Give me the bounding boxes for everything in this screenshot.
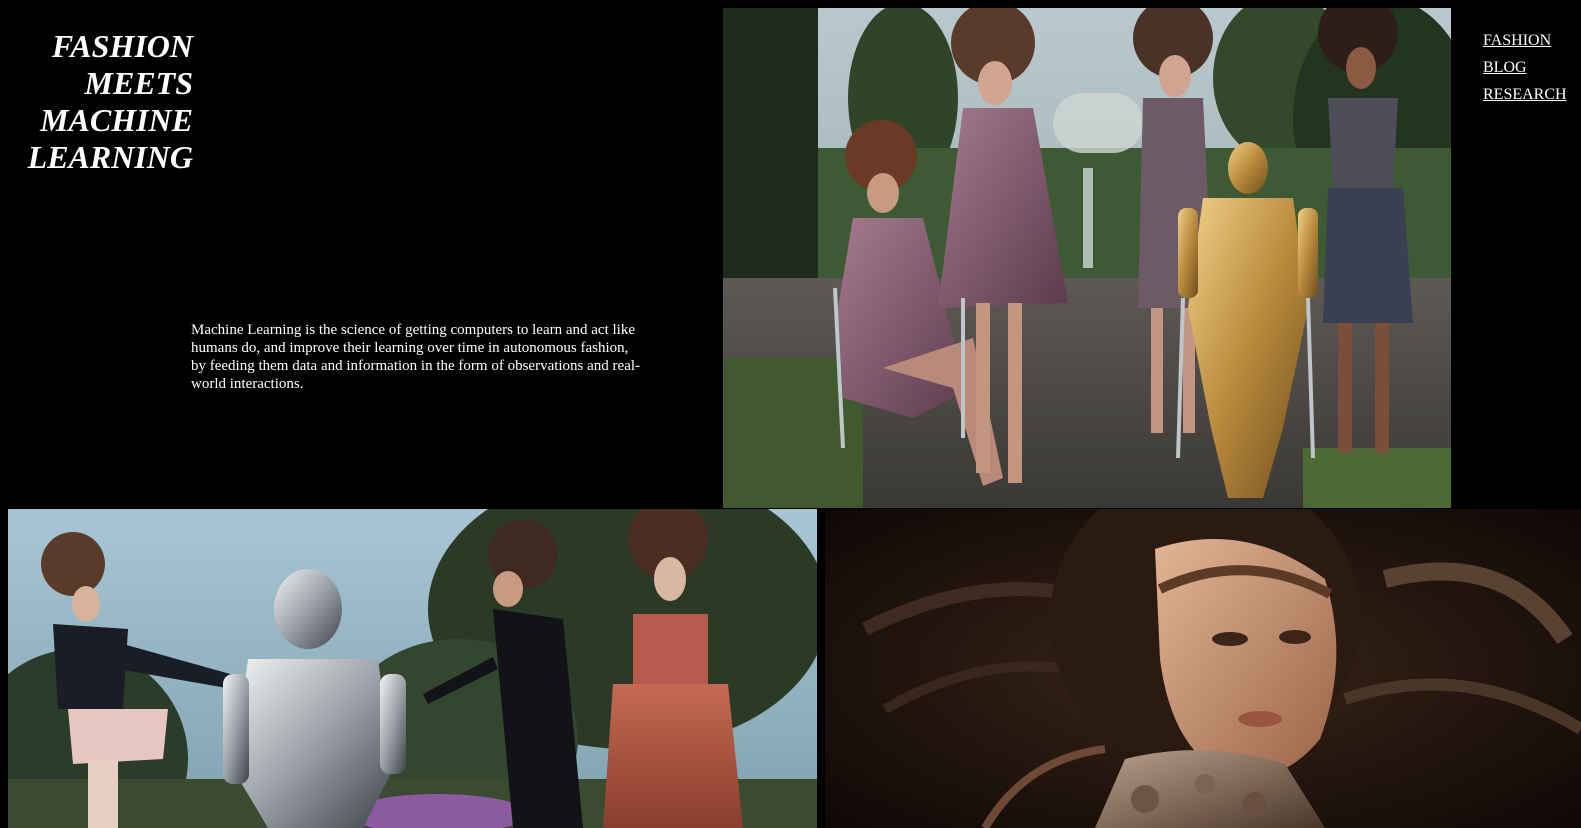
site-title: FASHION MEETS MACHINE LEARNING bbox=[8, 28, 193, 176]
photo-silver-robot-illustration bbox=[8, 509, 817, 828]
page: FASHION MEETS MACHINE LEARNING Machine L… bbox=[0, 0, 1581, 828]
nav-item-blog: BLOG bbox=[1483, 54, 1567, 81]
site-title-line-3: MACHINE bbox=[40, 102, 193, 138]
nav-item-research: RESEARCH bbox=[1483, 81, 1567, 108]
nav-link-research[interactable]: RESEARCH bbox=[1483, 86, 1567, 103]
main-nav: FASHION BLOG RESEARCH bbox=[1483, 27, 1567, 108]
photo-cyborg-portrait bbox=[825, 509, 1581, 828]
intro-text: Machine Learning is the science of getti… bbox=[191, 322, 641, 392]
photo-models-silver-robot bbox=[8, 509, 817, 828]
photo-garden-models-gold-robot bbox=[723, 8, 1451, 508]
nav-item-fashion: FASHION bbox=[1483, 27, 1567, 54]
photo-garden-illustration bbox=[723, 8, 1451, 508]
site-title-line-1: FASHION bbox=[51, 28, 193, 64]
nav-link-fashion[interactable]: FASHION bbox=[1483, 32, 1551, 49]
site-title-line-4: LEARNING bbox=[27, 139, 193, 175]
photo-cyborg-illustration bbox=[825, 509, 1581, 828]
site-title-line-2: MEETS bbox=[84, 65, 193, 101]
nav-link-blog[interactable]: BLOG bbox=[1483, 59, 1527, 76]
